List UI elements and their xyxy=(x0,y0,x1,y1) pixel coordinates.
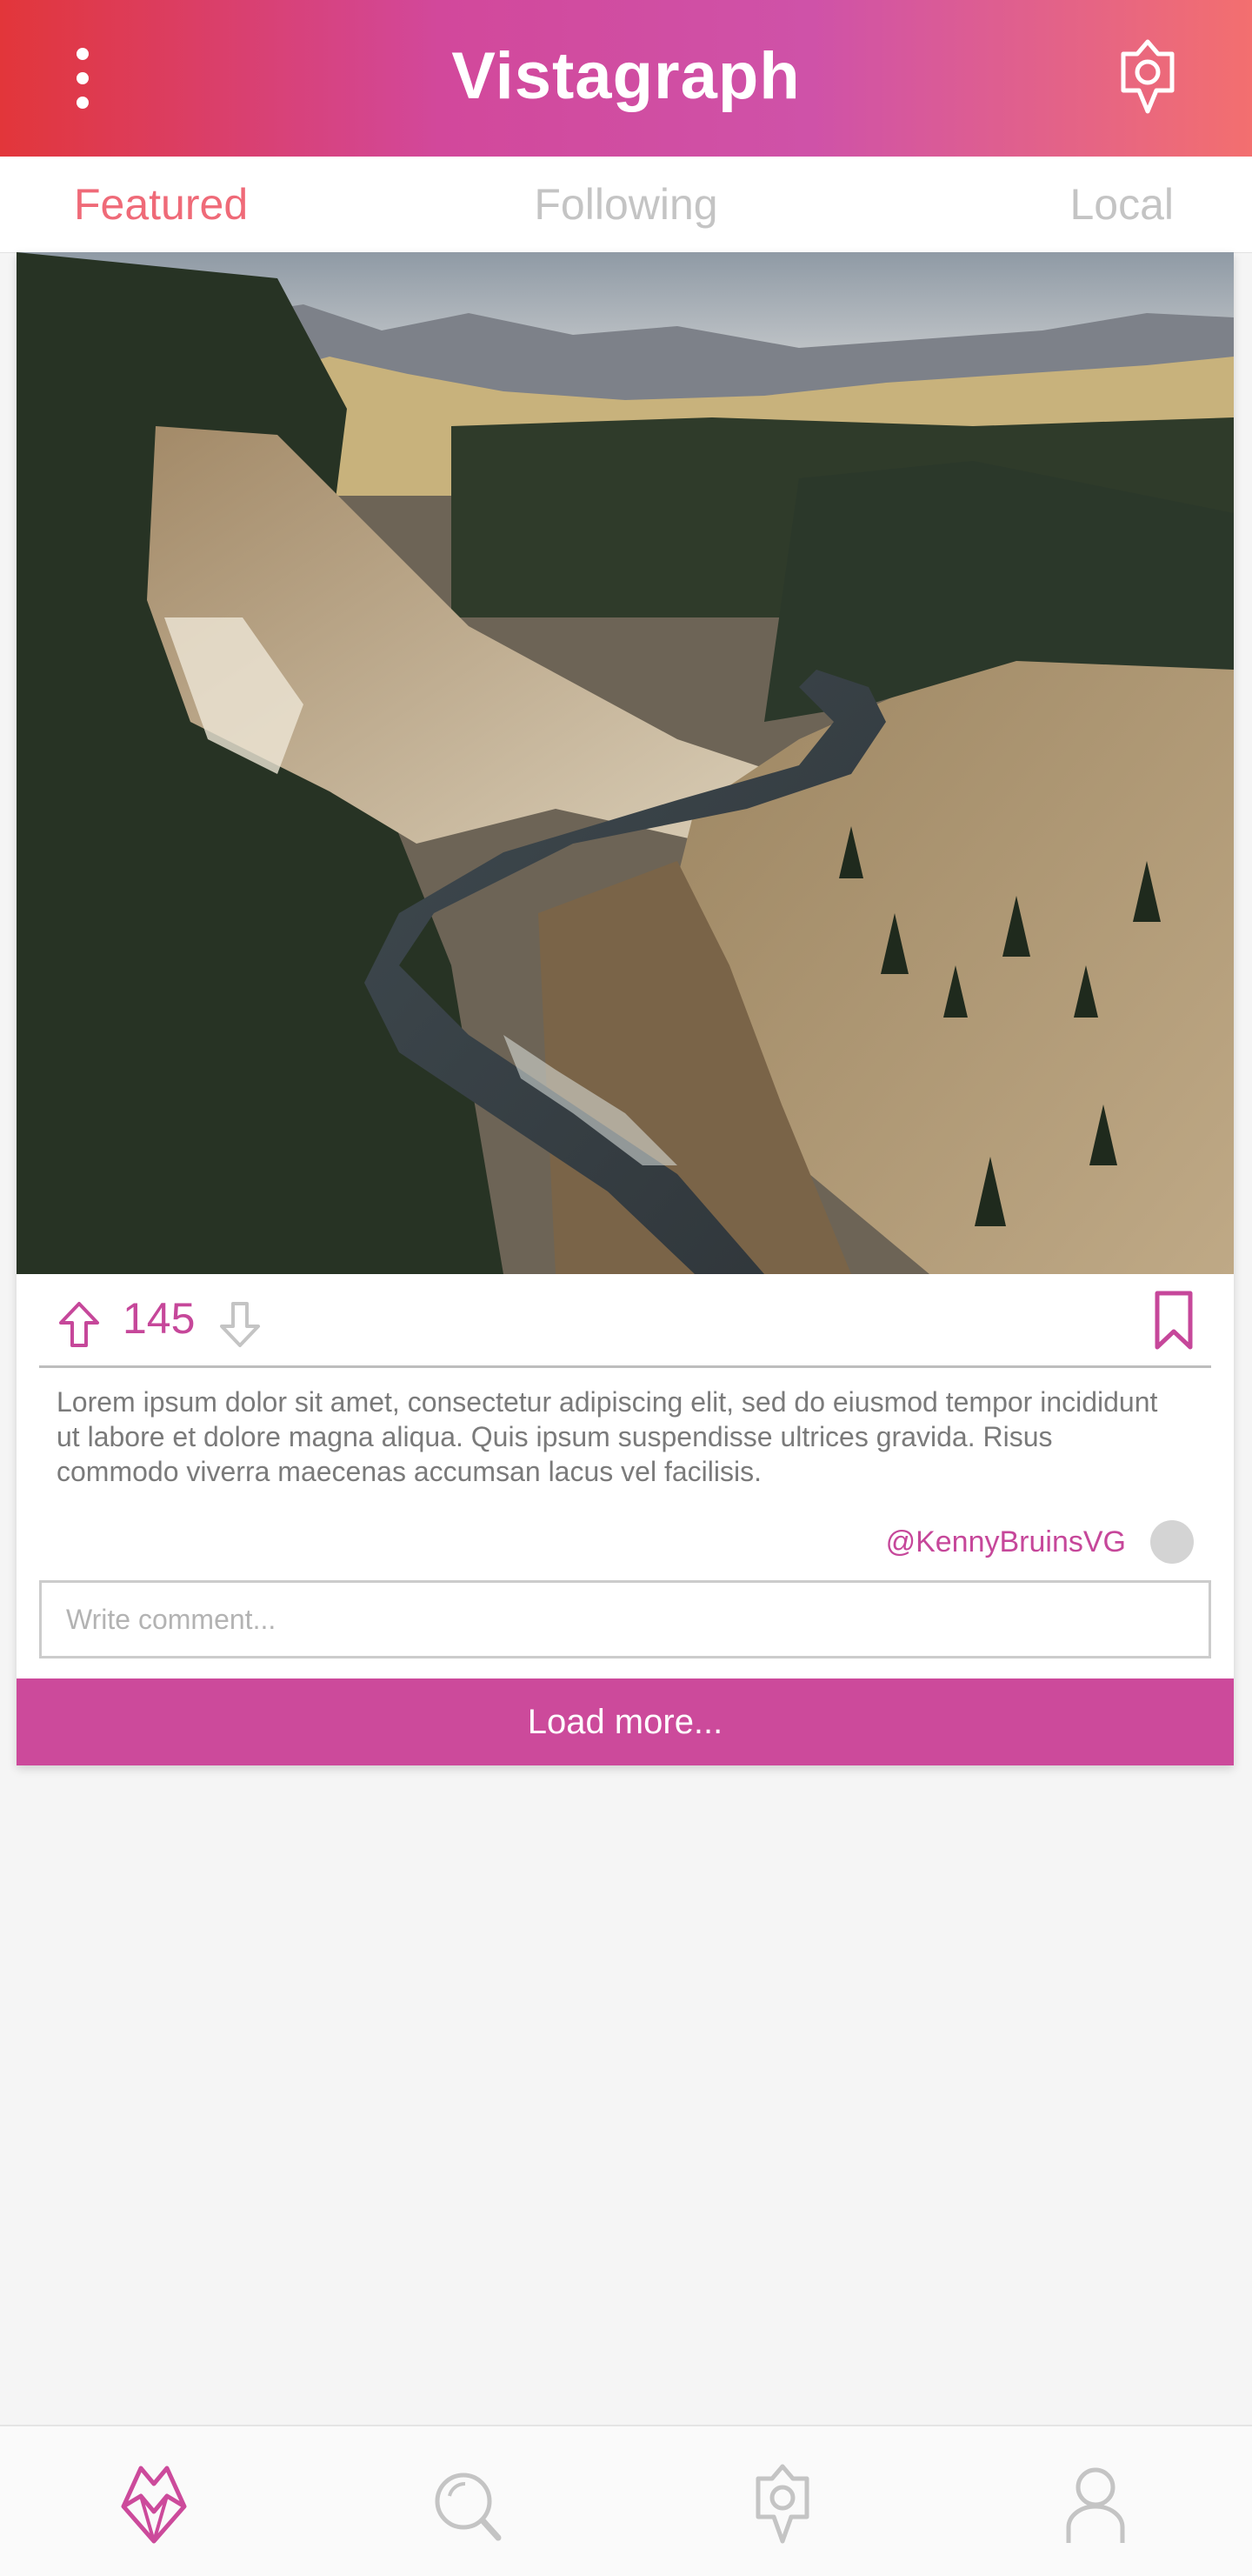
search-icon[interactable] xyxy=(429,2461,507,2548)
feed-tabs: Featured Following Local xyxy=(0,157,1252,253)
camera-pin-icon[interactable] xyxy=(743,2461,822,2548)
app-header: Vistagraph xyxy=(0,0,1252,157)
profile-icon[interactable] xyxy=(1056,2461,1135,2548)
bottom-navigation xyxy=(0,2425,1252,2576)
app-title: Vistagraph xyxy=(451,39,801,113)
home-crystal-icon[interactable] xyxy=(115,2461,193,2548)
post-caption: Lorem ipsum dolor sit amet, consectetur … xyxy=(57,1386,1158,1487)
comment-field-container xyxy=(39,1580,1211,1658)
post-photo[interactable] xyxy=(17,252,1234,1274)
arrow-down-icon[interactable] xyxy=(216,1298,263,1351)
load-more-button[interactable]: Load more... xyxy=(17,1678,1234,1765)
post-actions: 145 xyxy=(17,1274,1234,1370)
avatar[interactable] xyxy=(1150,1520,1194,1564)
vote-count: 145 xyxy=(123,1294,196,1343)
bookmark-icon[interactable] xyxy=(1152,1290,1195,1352)
divider xyxy=(39,1365,1211,1368)
camera-pin-icon[interactable] xyxy=(1113,37,1182,120)
author-link[interactable]: @KennyBruinsVG xyxy=(886,1525,1126,1559)
comment-input[interactable] xyxy=(42,1583,1209,1656)
tab-local[interactable]: Local xyxy=(1069,179,1174,230)
post-card: 145 Lorem ipsum dolor sit amet, consecte… xyxy=(17,252,1234,1765)
arrow-up-icon[interactable] xyxy=(56,1298,103,1351)
tab-following[interactable]: Following xyxy=(0,179,1252,230)
author-row: @KennyBruinsVG xyxy=(886,1520,1194,1564)
